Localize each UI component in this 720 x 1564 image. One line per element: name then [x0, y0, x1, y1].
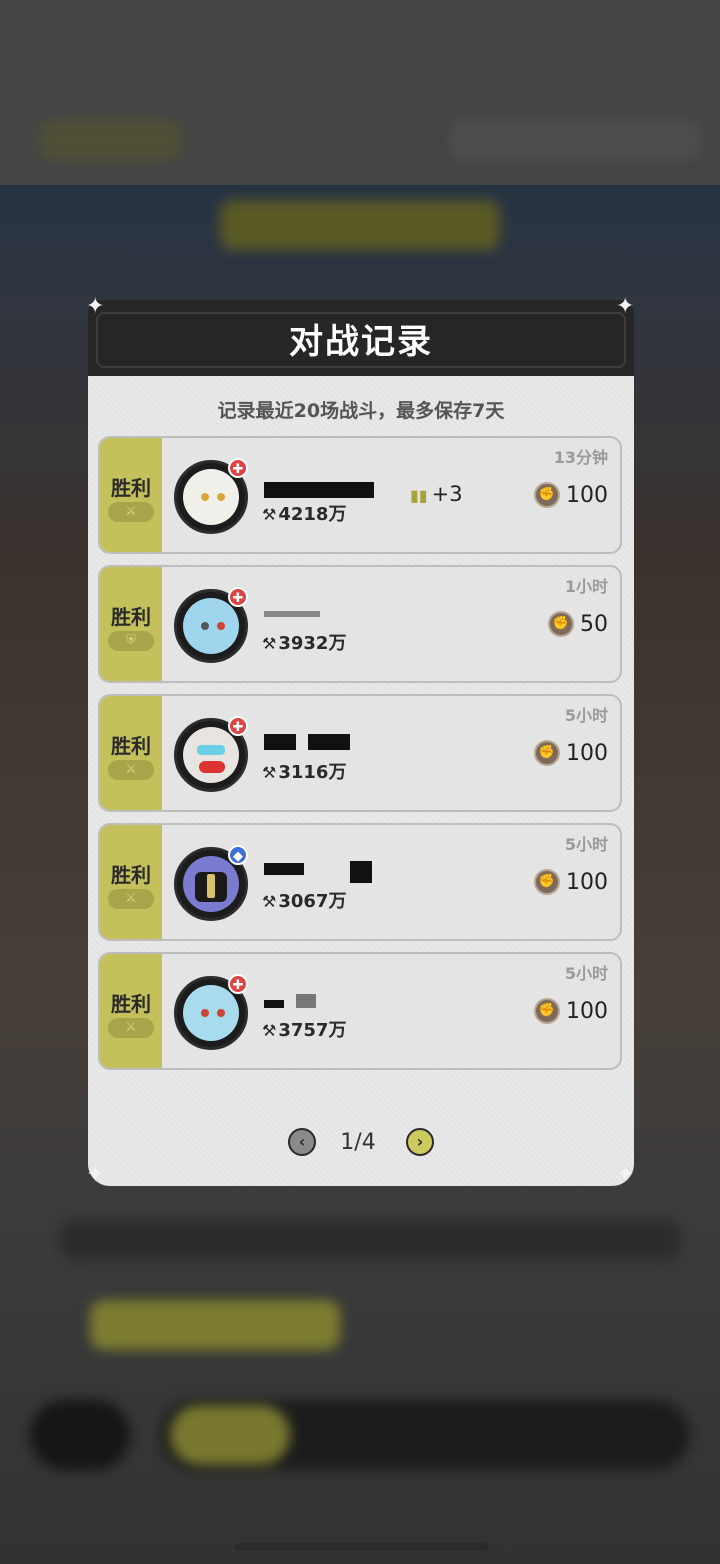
player-name-redacted — [308, 734, 350, 750]
record-row[interactable]: 胜利 ⚔ ◆ ⚒ 3067万 5小时 ✊ 100 — [98, 823, 622, 941]
result-label: 胜利 — [111, 476, 151, 500]
corner-ornament-icon: ✦ — [86, 294, 105, 319]
record-row[interactable]: 胜利 ⚔ ✚ ▮▮ +3 ⚒ 4218万 13分钟 ✊ 100 — [98, 436, 622, 554]
reward: ✊ 100 — [534, 482, 608, 508]
result-panel: 胜利 ⚔ — [100, 825, 162, 939]
reward: ✊ 100 — [534, 740, 608, 766]
shield-icon: ⛨ — [108, 631, 154, 651]
result-panel: 胜利 ⚔ — [100, 954, 162, 1068]
combat-power: ⚒ 3932万 — [262, 633, 347, 654]
player-name-redacted — [264, 734, 296, 750]
dialog-body: 记录最近20场战斗，最多保存7天 胜利 ⚔ ✚ ▮▮ +3 ⚒ 4218万 13分钟… — [88, 376, 634, 1186]
reward: ✊ 100 — [534, 998, 608, 1024]
record-time: 5小时 — [564, 706, 608, 725]
player-name-redacted — [264, 482, 374, 498]
reward: ✊ 100 — [534, 869, 608, 895]
record-time: 1小时 — [564, 577, 608, 596]
corner-ornament-icon: ✦ — [86, 1162, 105, 1187]
rank-change: ▮▮ +3 — [410, 482, 463, 506]
home-indicator[interactable] — [234, 1543, 488, 1551]
power-icon: ⚒ — [262, 892, 277, 911]
result-panel: 胜利 ⚔ — [100, 696, 162, 810]
record-row[interactable]: 胜利 ⛨ ✚ ⚒ 3932万 1小时 ✊ 50 — [98, 565, 622, 683]
fist-coin-icon: ✊ — [548, 611, 574, 637]
sword-icon: ⚔ — [108, 1018, 154, 1038]
element-badge-icon: ✚ — [228, 716, 248, 736]
battle-record-dialog: 对战记录 记录最近20场战斗，最多保存7天 胜利 ⚔ ✚ ▮▮ +3 ⚒ 4218万… — [88, 300, 634, 1186]
player-name-redacted — [264, 863, 304, 875]
result-label: 胜利 — [111, 734, 151, 758]
result-panel: 胜利 ⛨ — [100, 567, 162, 681]
sword-icon: ⚔ — [108, 502, 154, 522]
sword-icon: ⚔ — [108, 760, 154, 780]
combat-power: ⚒ 3067万 — [262, 891, 347, 912]
dialog-title: 对战记录 — [289, 322, 433, 362]
record-time: 13分钟 — [553, 448, 608, 467]
element-badge-icon: ✚ — [228, 587, 248, 607]
corner-ornament-icon: ✦ — [616, 294, 635, 319]
record-time: 5小时 — [564, 964, 608, 983]
element-badge-icon: ✚ — [228, 974, 248, 994]
page-indicator: 1/4 — [340, 1130, 376, 1155]
result-label: 胜利 — [111, 863, 151, 887]
record-time: 5小时 — [564, 835, 608, 854]
bar-chart-icon: ▮▮ — [410, 486, 428, 505]
reward: ✊ 50 — [548, 611, 608, 637]
dialog-subtitle: 记录最近20场战斗，最多保存7天 — [217, 400, 505, 422]
record-row[interactable]: 胜利 ⚔ ✚ ⚒ 3116万 5小时 ✊ 100 — [98, 694, 622, 812]
result-label: 胜利 — [111, 605, 151, 629]
record-row[interactable]: 胜利 ⚔ ✚ ⚒ 3757万 5小时 ✊ 100 — [98, 952, 622, 1070]
power-icon: ⚒ — [262, 505, 277, 524]
sword-icon: ⚔ — [108, 889, 154, 909]
chevron-left-icon[interactable]: ‹ — [288, 1128, 316, 1156]
power-icon: ⚒ — [262, 763, 277, 782]
power-icon: ⚒ — [262, 634, 277, 653]
pagination: ‹ 1/4 › — [88, 1116, 634, 1176]
combat-power: ⚒ 3116万 — [262, 762, 347, 783]
fist-coin-icon: ✊ — [534, 869, 560, 895]
fist-coin-icon: ✊ — [534, 740, 560, 766]
corner-ornament-icon: ✦ — [616, 1162, 635, 1187]
combat-power: ⚒ 3757万 — [262, 1020, 347, 1041]
element-badge-icon: ◆ — [228, 845, 248, 865]
power-icon: ⚒ — [262, 1021, 277, 1040]
element-badge-icon: ✚ — [228, 458, 248, 478]
player-name-redacted — [264, 1000, 284, 1008]
fist-coin-icon: ✊ — [534, 482, 560, 508]
fist-coin-icon: ✊ — [534, 998, 560, 1024]
combat-power: ⚒ 4218万 — [262, 504, 347, 525]
dialog-header: 对战记录 — [88, 300, 634, 376]
result-label: 胜利 — [111, 992, 151, 1016]
chevron-right-icon[interactable]: › — [406, 1128, 434, 1156]
player-name-redacted — [350, 861, 372, 883]
player-name-redacted — [264, 611, 320, 617]
player-name-redacted — [296, 994, 316, 1008]
result-panel: 胜利 ⚔ — [100, 438, 162, 552]
